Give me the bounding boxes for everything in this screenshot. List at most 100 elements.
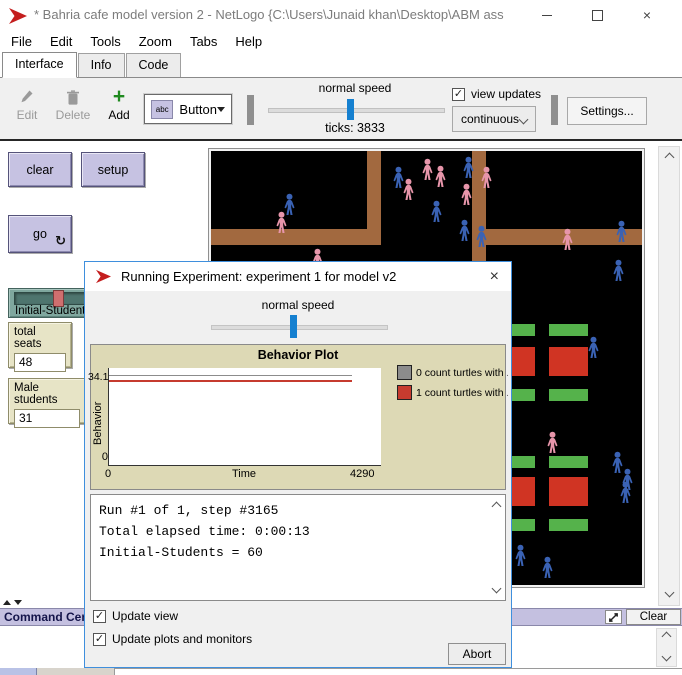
netlogo-logo-icon [95,269,112,284]
tab-info[interactable]: Info [78,53,125,77]
person-male [540,556,555,579]
abort-label: Abort [463,647,492,661]
clear-label: Clear [640,611,667,623]
log-line: Initial-Students = 60 [99,542,497,563]
person-male [611,259,626,282]
check-icon: ✓ [454,88,463,99]
table-block [549,347,588,376]
dialog-speed-handle[interactable] [290,315,297,338]
command-center-splitter[interactable] [3,600,22,605]
plus-icon: + [100,86,138,108]
netlogo-window: * Bahria cafe model version 2 - NetLogo … [0,0,682,675]
update-mode-dropdown[interactable]: continuous [452,106,536,132]
monitor-male-students: Male students 31 [8,378,86,424]
ticks-counter: ticks: 3833 [267,121,443,135]
check-icon: ✓ [95,610,104,621]
add-label: Add [100,108,138,122]
add-button[interactable]: + Add [100,86,138,122]
setup-button[interactable]: setup [81,152,145,187]
observer-dropdown[interactable] [0,668,37,675]
widget-type-dropdown[interactable]: abc Button [144,94,232,124]
person-female [560,228,575,251]
command-input[interactable] [114,668,682,675]
main-scrollbar[interactable] [658,146,680,606]
scroll-down-icon[interactable] [657,653,676,660]
window-title: * Bahria cafe model version 2 - NetLogo … [34,0,504,30]
close-button[interactable]: × [626,0,668,30]
go-label: go [33,227,47,241]
go-button[interactable]: go ↻ [8,215,72,253]
command-center-expand-button[interactable] [605,610,622,624]
table-block [549,477,588,506]
checkbox-box: ✓ [93,633,106,646]
scroll-up-icon[interactable] [657,633,676,640]
tab-interface[interactable]: Interface [2,52,77,78]
update-view-label: Update view [112,609,178,623]
maximize-button[interactable] [576,0,618,30]
delete-button[interactable]: Delete [50,86,96,122]
checkbox-box: ✓ [93,610,106,623]
toolbar-separator [551,95,558,125]
title-bar[interactable]: * Bahria cafe model version 2 - NetLogo … [0,0,682,30]
menu-item-zoom[interactable]: Zoom [130,30,181,53]
menu-item-help[interactable]: Help [226,30,271,53]
tab-strip: InterfaceInfoCode [0,53,682,78]
edit-button[interactable]: Edit [6,86,48,122]
command-center-clear-button[interactable]: Clear [626,609,681,625]
pencil-icon [6,86,48,108]
person-male [474,225,489,248]
running-experiment-dialog: Running Experiment: experiment 1 for mod… [84,261,512,668]
dropdown-arrow-icon [217,107,225,112]
update-plots-label: Update plots and monitors [112,632,252,646]
update-plots-checkbox[interactable]: ✓ Update plots and monitors [93,632,252,646]
menu-item-edit[interactable]: Edit [41,30,81,53]
speed-slider-track[interactable] [268,108,445,113]
menu-bar: FileEditToolsZoomTabsHelp [0,30,682,53]
person-female [274,211,289,234]
speed-slider-label: normal speed [267,81,443,95]
splitter-down-icon [14,600,22,605]
dialog-close-icon[interactable]: × [490,269,499,285]
update-view-checkbox[interactable]: ✓ Update view [93,609,178,623]
toolbar: Edit Delete + Add abc Button normal spee… [0,78,682,141]
behavior-plot-panel: Behavior Plot 34.1 0 Behavior 0 Time 429… [90,344,506,490]
splitter-up-icon [3,600,11,605]
maximize-icon [592,10,603,21]
legend-label: 0 count turtles with ... [416,367,508,379]
legend-label: 1 count turtles with ... [416,387,508,399]
speed-slider-handle[interactable] [347,99,354,120]
close-icon: × [643,8,651,22]
window-controls: × [512,0,682,30]
diagonal-arrows-icon [608,612,619,623]
seat-block [549,324,588,336]
scroll-down-icon[interactable] [659,589,679,596]
dialog-title-bar[interactable]: Running Experiment: experiment 1 for mod… [85,262,511,291]
monitor-label: total seats [14,326,66,350]
person-male [429,200,444,223]
scroll-down-icon[interactable] [492,584,502,594]
tab-code[interactable]: Code [126,53,182,77]
dialog-speed-label: normal speed [85,298,511,312]
delete-label: Delete [50,108,96,122]
experiment-log[interactable]: Run #1 of 1, step #3165Total elapsed tim… [90,494,506,601]
wall [211,229,377,245]
scroll-up-icon[interactable] [659,154,679,161]
menu-item-tools[interactable]: Tools [81,30,129,53]
abort-button[interactable]: Abort [448,643,506,665]
input-row-gap [37,668,114,675]
settings-button[interactable]: Settings... [567,97,647,125]
slider-label: Initial-Students [15,305,91,317]
menu-item-tabs[interactable]: Tabs [181,30,226,53]
person-female [401,178,416,201]
plot-title: Behavior Plot [91,348,505,362]
clear-button[interactable]: clear [8,152,72,187]
trash-icon [50,86,96,108]
person-female [433,165,448,188]
person-female [459,183,474,206]
x-axis-label: Time [108,468,380,480]
dialog-speed-track[interactable] [211,325,388,330]
command-center-scrollbar[interactable] [656,628,677,667]
minimize-button[interactable] [526,0,568,30]
menu-item-file[interactable]: File [2,30,41,53]
view-updates-checkbox[interactable]: ✓ view updates [452,87,541,101]
